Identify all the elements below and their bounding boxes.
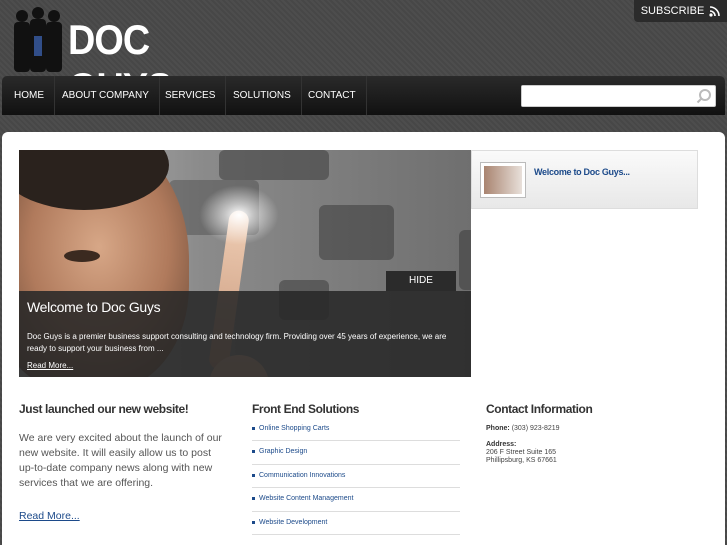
subscribe-button[interactable]: SUBSCRIBE [634,0,727,22]
subscribe-label: SUBSCRIBE [640,5,705,17]
search-box [521,85,716,107]
solutions-title: Front End Solutions [252,402,360,416]
slider-thumbnails: Welcome to Doc Guys... [471,150,698,209]
solutions-item-website-content-management[interactable]: Website Content Management [252,488,460,512]
phone-label: Phone: [486,425,510,432]
address-line-2: Phillipsburg, KS 67661 [486,457,557,464]
slider-thumbnail[interactable] [480,162,526,198]
solutions-item-online-shopping-carts[interactable]: Online Shopping Carts [252,418,460,442]
slider-caption: Welcome to Doc Guys Doc Guys is a premie… [19,291,471,377]
phone-value: (303) 923-8219 [511,425,560,432]
contact-title: Contact Information [486,402,593,416]
address-line-1: 206 F Street Suite 165 [486,449,557,456]
solutions-item-graphic-design[interactable]: Graphic Design [252,441,460,465]
contact-info: Phone: (303) 923-8219 Address: 206 F Str… [486,425,560,465]
slider-text: Doc Guys is a premier business support c… [27,332,447,353]
solutions-item-website-development[interactable]: Website Development [252,512,460,535]
news-text: We are very excited about the launch of … [19,432,222,489]
slider-thumbnail-title[interactable]: Welcome to Doc Guys... [534,167,630,177]
nav-item-about-company[interactable]: ABOUT COMPANY [52,76,160,115]
logo[interactable]: DOC GUYS [10,6,230,111]
news-read-more-link[interactable]: Read More... [19,510,80,522]
hide-caption-button[interactable]: HIDE [386,271,456,291]
slider-title: Welcome to Doc Guys [27,299,161,315]
nav-item-contact[interactable]: CONTACT [298,76,367,115]
news-title: Just launched our new website! [19,402,189,416]
address-label: Address: [486,441,517,448]
search-icon[interactable] [696,88,712,104]
solutions-item-communication-innovations[interactable]: Communication Innovations [252,465,460,489]
team-silhouette-icon [14,7,62,72]
nav-item-solutions[interactable]: SOLUTIONS [223,76,302,115]
search-input[interactable] [522,86,692,106]
slider-read-more-link[interactable]: Read More... [27,361,73,370]
rss-icon [709,5,721,17]
solutions-list: Online Shopping Carts Graphic Design Com… [252,418,460,535]
nav-item-services[interactable]: SERVICES [155,76,227,115]
nav-item-home[interactable]: HOME [4,76,55,115]
